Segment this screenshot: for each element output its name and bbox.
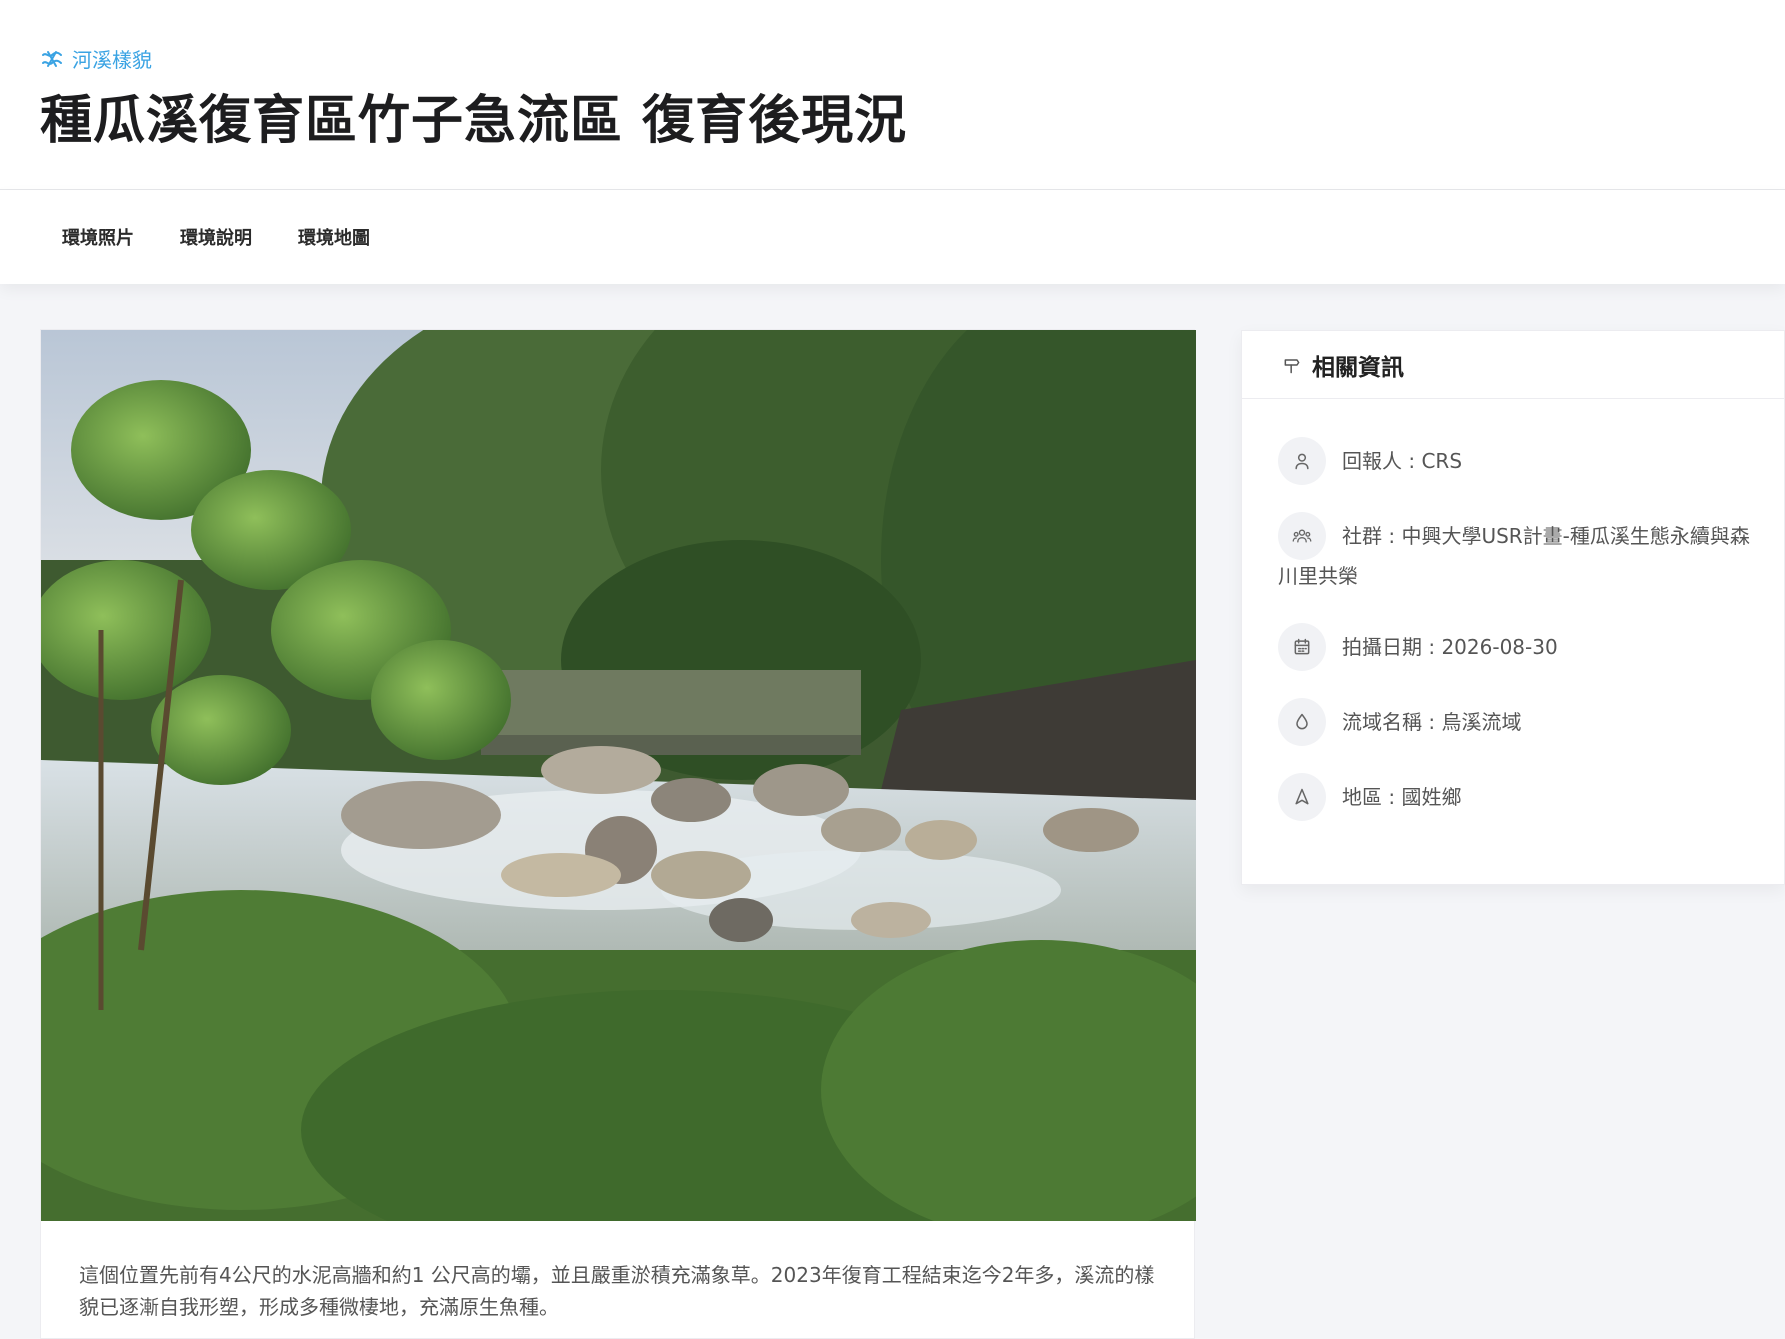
related-info-header: 相關資訊: [1242, 331, 1784, 399]
info-basin-text: 流域名稱 : 烏溪流域: [1342, 710, 1522, 734]
calendar-icon: [1278, 623, 1326, 671]
info-region: 地區 : 國姓鄉: [1278, 773, 1758, 821]
drop-icon: [1278, 698, 1326, 746]
user-icon: [1278, 437, 1326, 485]
tab-map[interactable]: 環境地圖: [286, 224, 382, 250]
info-list: 回報人 : CRS 社群 : 中興大學USR計畫-種瓜溪生態永續與森川里共榮 拍…: [1278, 437, 1758, 848]
environment-description: 這個位置先前有4公尺的水泥高牆和約1 公尺高的壩，並且嚴重淤積充滿象草。2023…: [79, 1263, 1155, 1319]
page-header: 河溪樣貌 種瓜溪復育區竹子急流區 復育後現況: [0, 0, 1785, 190]
environment-card: 這個位置先前有4公尺的水泥高牆和約1 公尺高的壩，並且嚴重淤積充滿象草。2023…: [40, 329, 1196, 1339]
info-reporter-text: 回報人 : CRS: [1342, 449, 1463, 473]
river-icon: [42, 50, 62, 67]
signpost-icon: [1284, 358, 1300, 373]
related-info-panel: 相關資訊 回報人 : CRS 社群 : 中興大學USR計畫-種瓜溪生態永續與森川…: [1241, 330, 1785, 885]
related-info-title: 相關資訊: [1312, 354, 1404, 381]
tab-description[interactable]: 環境說明: [168, 224, 264, 250]
info-region-text: 地區 : 國姓鄉: [1342, 785, 1462, 809]
info-basin: 流域名稱 : 烏溪流域: [1278, 698, 1758, 746]
tab-bar: 環境照片 環境說明 環境地圖: [0, 190, 1785, 284]
info-date: 拍攝日期 : 2026-08-30: [1278, 623, 1758, 671]
location-icon: [1278, 773, 1326, 821]
river-photo[interactable]: [41, 330, 1196, 1221]
info-date-text: 拍攝日期 : 2026-08-30: [1342, 635, 1558, 659]
category-label: 河溪樣貌: [72, 48, 152, 72]
group-icon: [1278, 512, 1326, 560]
info-reporter: 回報人 : CRS: [1278, 437, 1758, 485]
page-title: 種瓜溪復育區竹子急流區 復育後現況: [40, 91, 908, 151]
category-link[interactable]: 河溪樣貌: [40, 44, 152, 73]
tab-photos[interactable]: 環境照片: [50, 224, 146, 250]
info-community-text: 社群 : 中興大學USR計畫-種瓜溪生態永續與森川里共榮: [1278, 524, 1750, 588]
info-community[interactable]: 社群 : 中興大學USR計畫-種瓜溪生態永續與森川里共榮: [1278, 512, 1758, 596]
